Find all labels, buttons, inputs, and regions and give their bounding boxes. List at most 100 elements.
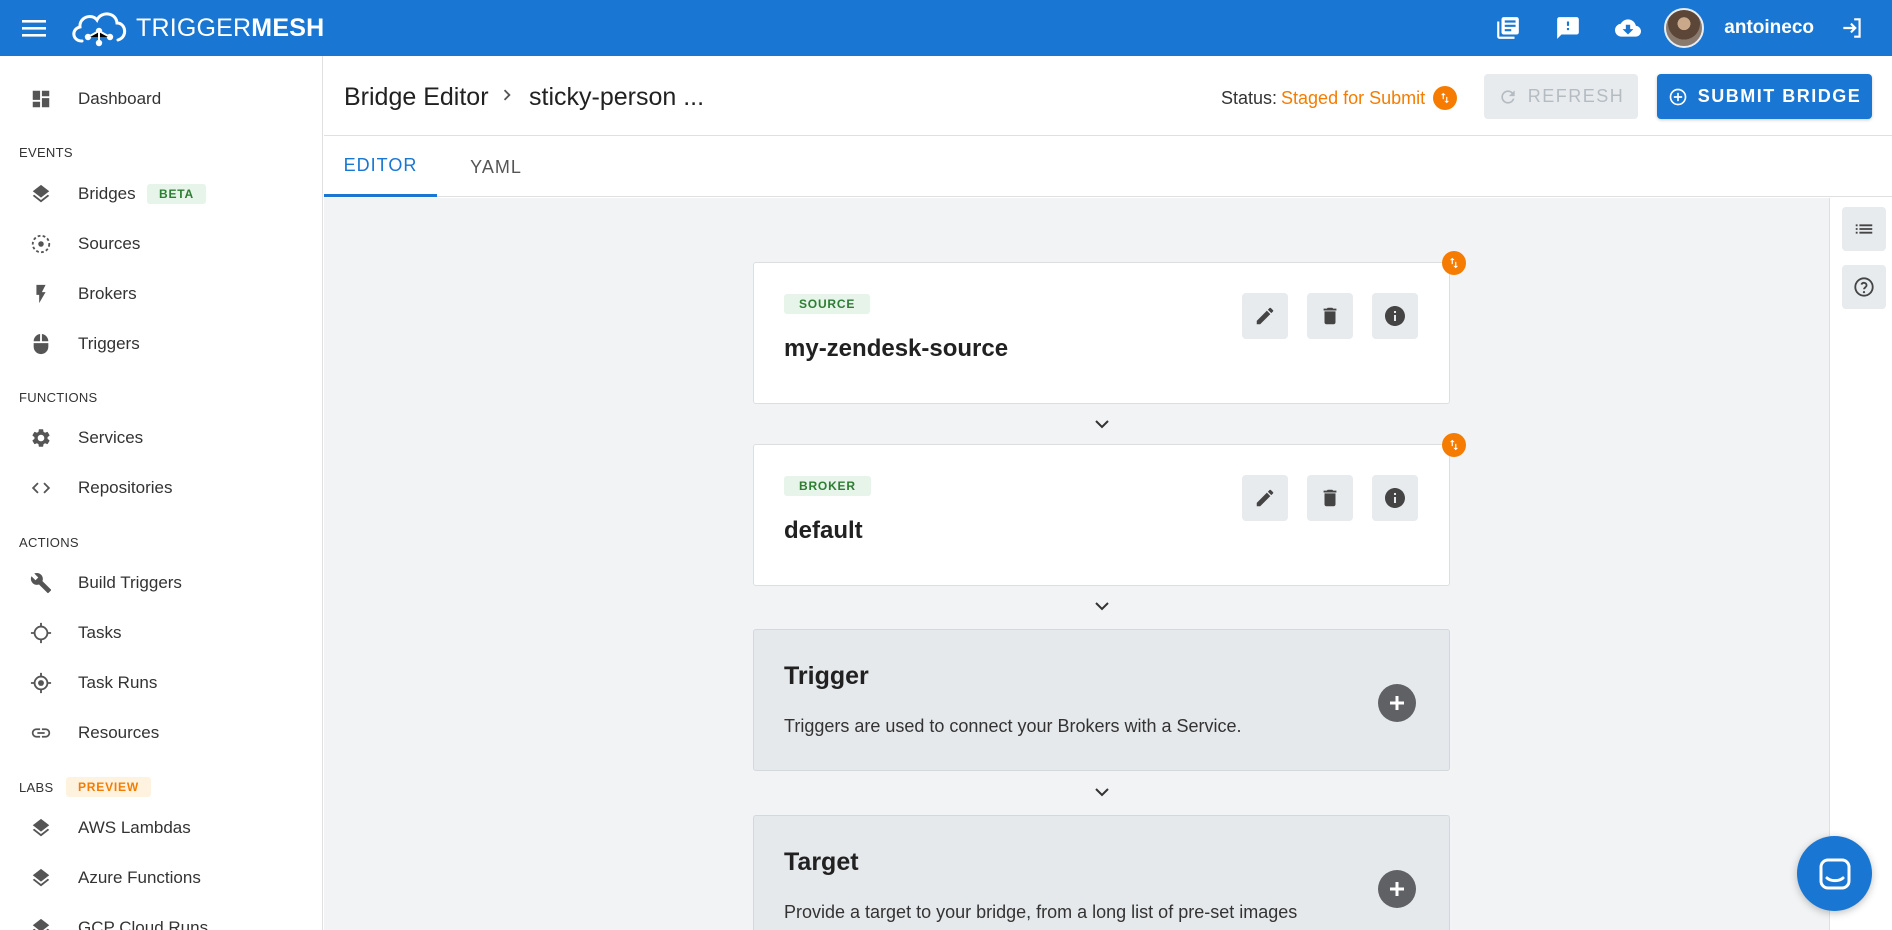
submit-label: SUBMIT BRIDGE: [1697, 86, 1862, 106]
add-trigger-slot[interactable]: Trigger Triggers are used to connect you…: [753, 629, 1450, 771]
chevron-right-icon: [496, 84, 518, 111]
sidebar-item-sources[interactable]: Sources: [0, 219, 322, 269]
sidebar-item-task-runs[interactable]: Task Runs: [0, 658, 322, 708]
sidebar-item-label: Triggers: [78, 334, 140, 353]
sidebar-item-label: Tasks: [78, 623, 122, 642]
avatar[interactable]: [1664, 8, 1705, 48]
info-icon: [1385, 488, 1405, 508]
help-icon[interactable]: [1842, 265, 1886, 309]
section-labs: LABS: [19, 780, 54, 795]
component-name: default: [784, 517, 863, 544]
add-trigger-button[interactable]: [1378, 684, 1416, 722]
sidebar-item-gcp-cloud-runs[interactable]: GCP Cloud Runs: [0, 903, 322, 930]
sidebar-item-label: Task Runs: [78, 673, 158, 692]
add-target-button[interactable]: [1378, 870, 1416, 908]
list-icon[interactable]: [1842, 207, 1886, 251]
logo-text: TRIGGERMESH: [136, 13, 325, 42]
mouse-icon: [28, 331, 54, 357]
staged-change-icon: [1442, 433, 1466, 457]
sidebar-item-brokers[interactable]: Brokers: [0, 269, 322, 319]
crosshair-icon: [28, 620, 54, 646]
info-icon: [1385, 306, 1405, 326]
code-icon: [28, 475, 54, 501]
preview-chip: PREVIEW: [66, 777, 151, 797]
refresh-icon: [1501, 89, 1515, 104]
sidebar-item-label: GCP Cloud Runs: [78, 918, 209, 930]
sidebar-item-repositories[interactable]: Repositories: [0, 463, 322, 513]
add-target-slot[interactable]: Target Provide a target to your bridge, …: [753, 815, 1450, 930]
sidebar-item-label: AWS Lambdas: [78, 818, 191, 837]
info-button[interactable]: [1372, 293, 1418, 339]
editor-tabs: EDITOR YAML: [324, 137, 1892, 197]
bridge-status: Status: Staged for Submit: [1221, 86, 1458, 110]
username[interactable]: antoineco: [1724, 17, 1814, 39]
chevron-down-icon: [1091, 416, 1113, 432]
trash-icon: [1323, 489, 1337, 507]
breadcrumb-current: sticky-person ...: [529, 83, 705, 111]
breadcrumb-root[interactable]: Bridge Editor: [344, 83, 489, 112]
slot-title: Target: [784, 848, 859, 876]
sidebar-item-label: Bridges: [78, 184, 136, 203]
page-header: Bridge Editor sticky-person ... Status: …: [324, 56, 1892, 136]
delete-button[interactable]: [1307, 475, 1353, 521]
info-button[interactable]: [1372, 475, 1418, 521]
trash-icon: [1323, 307, 1337, 325]
beta-chip: BETA: [147, 184, 206, 204]
feedback-icon[interactable]: [1538, 0, 1598, 56]
cloud-download-icon[interactable]: [1598, 0, 1658, 56]
sidebar-item-dashboard[interactable]: Dashboard: [0, 74, 322, 124]
component-type-tag: BROKER: [784, 476, 871, 496]
menu-icon[interactable]: [0, 0, 68, 56]
sidebar-item-label: Repositories: [78, 478, 173, 497]
sidebar: Dashboard EVENTS Bridges BETA Sources Br…: [0, 56, 323, 930]
plus-icon: [1390, 882, 1404, 896]
section-events: EVENTS: [19, 145, 73, 160]
section-actions: ACTIONS: [19, 535, 79, 550]
sidebar-item-triggers[interactable]: Triggers: [0, 319, 322, 369]
sidebar-item-label: Brokers: [78, 284, 137, 303]
slot-title: Trigger: [784, 662, 869, 690]
refresh-label: REFRESH: [1527, 86, 1625, 106]
edit-button[interactable]: [1242, 293, 1288, 339]
cloud-logo-icon: [72, 12, 127, 47]
staged-change-icon: [1442, 251, 1466, 275]
sidebar-item-bridges[interactable]: Bridges BETA: [0, 169, 322, 219]
section-functions: FUNCTIONS: [19, 390, 98, 405]
layers-icon: [28, 181, 54, 207]
chevron-down-icon: [1091, 598, 1113, 614]
chat-launcher-button[interactable]: [1797, 836, 1872, 911]
tab-editor[interactable]: EDITOR: [324, 137, 437, 197]
pencil-icon: [1256, 307, 1274, 325]
sidebar-item-label: Build Triggers: [78, 573, 182, 592]
bolt-icon: [28, 281, 54, 307]
sidebar-item-azure-functions[interactable]: Azure Functions: [0, 853, 322, 903]
target-icon: [28, 670, 54, 696]
sidebar-item-tasks[interactable]: Tasks: [0, 608, 322, 658]
logout-icon[interactable]: [1832, 0, 1872, 56]
delete-button[interactable]: [1307, 293, 1353, 339]
sidebar-item-label: Sources: [78, 234, 141, 253]
dashboard-icon: [28, 86, 54, 112]
status-value: Staged for Submit: [1281, 87, 1426, 108]
sidebar-item-label: Resources: [78, 723, 160, 742]
slot-description: Triggers are used to connect your Broker…: [784, 716, 1242, 736]
chat-icon: [1819, 858, 1850, 889]
wrench-icon: [28, 570, 54, 596]
refresh-button[interactable]: REFRESH: [1484, 74, 1638, 119]
library-books-icon[interactable]: [1478, 0, 1538, 56]
sidebar-item-services[interactable]: Services: [0, 413, 322, 463]
bridge-component-card[interactable]: BROKER default: [753, 433, 1466, 586]
bridge-component-card[interactable]: SOURCE my-zendesk-source: [753, 251, 1466, 404]
tab-yaml[interactable]: YAML: [437, 137, 555, 197]
link-icon: [28, 720, 54, 746]
submit-bridge-button[interactable]: SUBMIT BRIDGE: [1657, 74, 1872, 119]
component-name: my-zendesk-source: [784, 335, 1009, 362]
sidebar-item-label: Azure Functions: [78, 868, 201, 887]
sidebar-item-aws-lambdas[interactable]: AWS Lambdas: [0, 803, 322, 853]
component-type-tag: SOURCE: [784, 294, 871, 314]
edit-button[interactable]: [1242, 475, 1288, 521]
sidebar-item-build-triggers[interactable]: Build Triggers: [0, 558, 322, 608]
logo[interactable]: TRIGGERMESH: [68, 0, 324, 56]
sidebar-item-resources[interactable]: Resources: [0, 708, 322, 758]
source-icon: [28, 231, 54, 257]
